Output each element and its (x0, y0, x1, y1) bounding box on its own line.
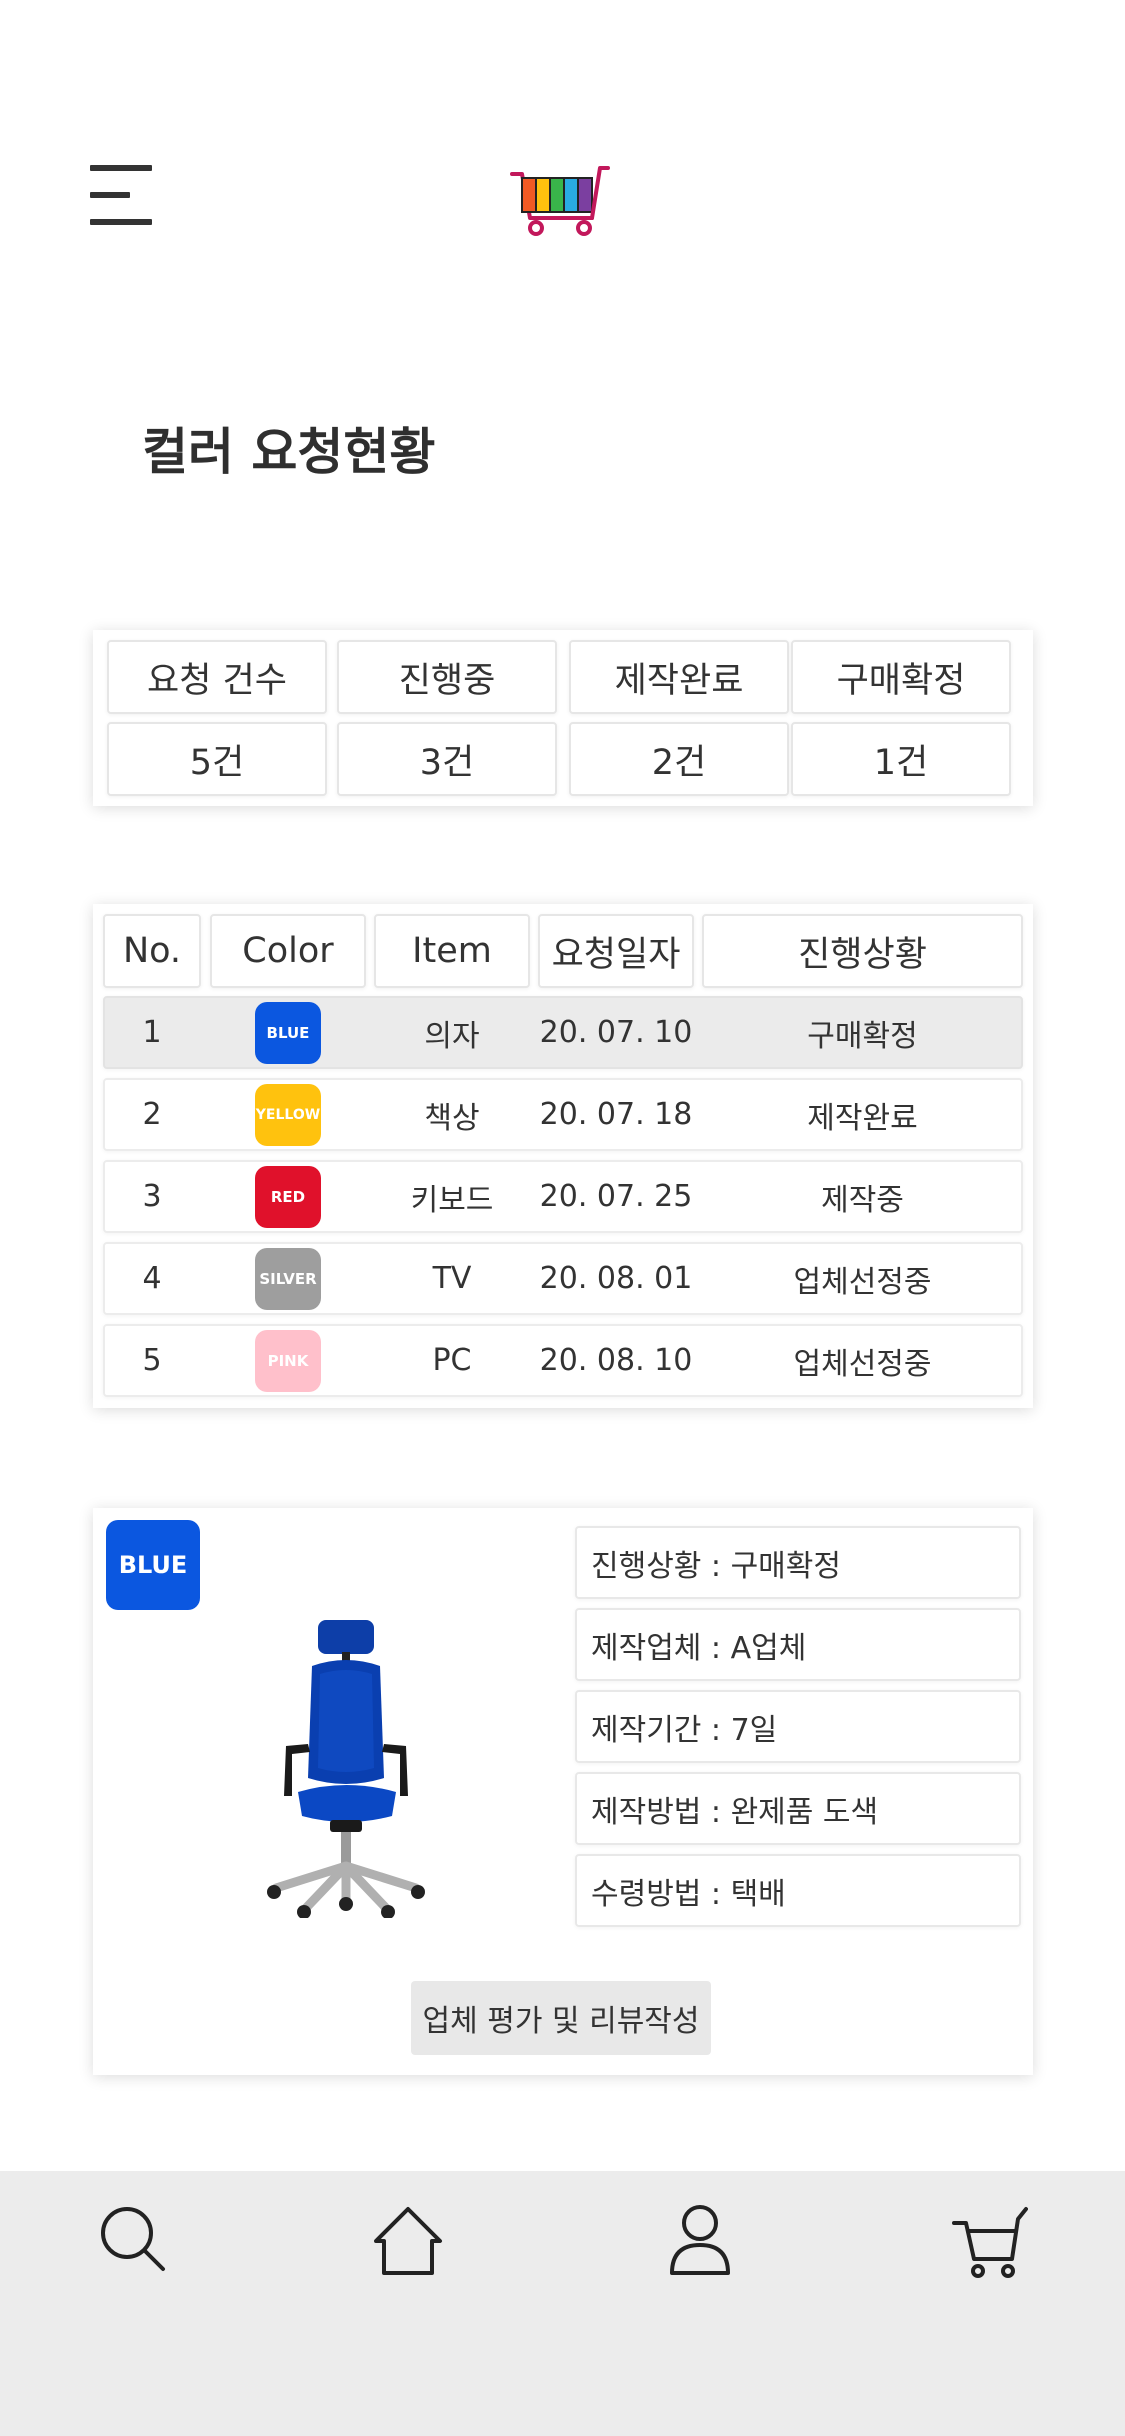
row-no: 1 (142, 1015, 162, 1050)
column-header-date: 요청일자 (538, 914, 694, 988)
row-item: 의자 (424, 1018, 480, 1054)
info-production-period: 제작기간 : 7일 (575, 1690, 1021, 1763)
row-status: 제작완료 (807, 1100, 918, 1136)
column-header-status: 진행상황 (702, 914, 1023, 988)
summary-value-requests: 5건 (107, 722, 327, 796)
info-production-method: 제작방법 : 완제품 도색 (575, 1772, 1021, 1845)
user-icon[interactable] (660, 2201, 740, 2281)
column-header-color: Color (210, 914, 366, 988)
row-date: 20. 08. 01 (539, 1261, 693, 1296)
row-no: 2 (142, 1097, 162, 1132)
row-date: 20. 08. 10 (539, 1343, 693, 1378)
row-date: 20. 07. 25 (539, 1179, 693, 1214)
color-chip-pink: PINK (255, 1330, 321, 1392)
search-icon[interactable] (95, 2201, 175, 2281)
summary-header-completed: 제작완료 (569, 640, 789, 714)
menu-icon[interactable] (90, 165, 156, 225)
row-date: 20. 07. 10 (539, 1015, 693, 1050)
row-no: 3 (142, 1179, 162, 1214)
info-delivery-method: 수령방법 : 택배 (575, 1854, 1021, 1927)
color-chip-silver: SILVER (255, 1248, 321, 1310)
row-item: TV (432, 1261, 472, 1296)
summary-header-confirmed: 구매확정 (791, 640, 1011, 714)
request-table: No. Color Item 요청일자 진행상황 1 BLUE 의자 20. 0… (93, 904, 1033, 1408)
cart-icon[interactable] (948, 2201, 1028, 2281)
write-review-button[interactable]: 업체 평가 및 리뷰작성 (411, 1981, 711, 2055)
row-status: 제작중 (821, 1182, 904, 1218)
summary-value-in-progress: 3건 (337, 722, 557, 796)
column-header-no: No. (103, 914, 201, 988)
row-status: 업체선정중 (793, 1346, 932, 1382)
row-no: 5 (142, 1343, 162, 1378)
row-item: PC (432, 1343, 472, 1378)
info-manufacturer: 제작업체 : A업체 (575, 1608, 1021, 1681)
summary-value-confirmed: 1건 (791, 722, 1011, 796)
row-no: 4 (142, 1261, 162, 1296)
summary-card: 요청 건수 진행중 제작완료 구매확정 5건 3건 2건 1건 (93, 630, 1033, 806)
color-chip-yellow: YELLOW (255, 1084, 321, 1146)
info-status: 진행상황 : 구매확정 (575, 1526, 1021, 1599)
color-chip-red: RED (255, 1166, 321, 1228)
summary-header-requests: 요청 건수 (107, 640, 327, 714)
detail-card: BLUE 진행상황 : 구매확정 제작업체 : A업체 제작기간 : 7일 제작… (93, 1508, 1033, 2075)
row-status: 구매확정 (807, 1018, 918, 1054)
summary-header-in-progress: 진행중 (337, 640, 557, 714)
summary-value-completed: 2건 (569, 722, 789, 796)
color-badge-blue: BLUE (106, 1520, 200, 1610)
page-title: 컬러 요청현황 (142, 423, 436, 481)
row-date: 20. 07. 18 (539, 1097, 693, 1132)
row-item: 키보드 (410, 1182, 494, 1218)
header (0, 0, 1125, 300)
row-status: 업체선정중 (793, 1264, 932, 1300)
bottom-nav (0, 2171, 1125, 2436)
office-chair-image (267, 1620, 425, 1918)
color-chip-blue: BLUE (255, 1002, 321, 1064)
home-icon[interactable] (368, 2201, 448, 2281)
row-item: 책상 (424, 1100, 480, 1136)
cart-logo-icon[interactable] (508, 160, 612, 238)
column-header-item: Item (374, 914, 530, 988)
